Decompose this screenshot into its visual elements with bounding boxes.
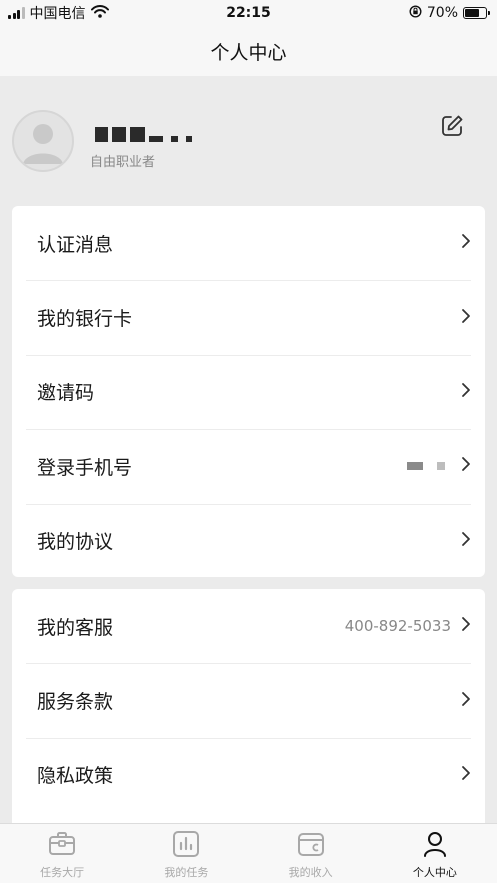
chevron-right-icon [461,531,471,551]
tab-my-tasks[interactable]: 我的任务 [124,824,248,883]
status-right: 70% [409,4,490,22]
menu-item-label: 认证消息 [37,233,114,256]
tab-personal-center[interactable]: 个人中心 [373,824,497,883]
profile-header: 自由职业者 [0,76,497,204]
wallet-icon [297,831,325,861]
status-left: 中国电信 [8,3,109,23]
menu-item-privacy-policy[interactable]: 隐私政策 [12,737,485,812]
chevron-right-icon [461,233,471,253]
chevron-right-icon [461,691,471,711]
tab-label: 个人中心 [412,866,457,879]
menu-item-bank-card[interactable]: 我的银行卡 [12,280,485,354]
menu-item-verification-messages[interactable]: 认证消息 [12,206,485,280]
briefcase-icon [48,831,76,861]
menu-item-label: 登录手机号 [37,456,133,479]
wifi-icon [90,4,109,22]
avatar[interactable] [12,110,74,172]
chevron-right-icon [461,382,471,402]
menu-item-terms-of-service[interactable]: 服务条款 [12,663,485,737]
tab-label: 我的收入 [288,866,333,879]
chevron-right-icon [461,616,471,636]
task-chart-icon [172,831,200,861]
tab-my-income[interactable]: 我的收入 [249,824,373,883]
chevron-right-icon [461,456,471,476]
tab-label: 任务大厅 [40,866,85,879]
person-icon [421,831,449,861]
battery-percent: 70% [426,5,458,21]
menu-item-label: 服务条款 [37,691,114,714]
page-title: 个人中心 [210,41,287,64]
nav-bar: 个人中心 [0,26,497,76]
signal-icon [8,7,25,19]
chevron-right-icon [461,765,471,785]
menu-item-login-phone[interactable]: 登录手机号 [12,429,485,503]
chevron-right-icon [461,308,471,328]
bottom-tab-bar: 任务大厅 我的任务 我的收入 个人中心 [0,823,497,883]
menu-item-customer-service[interactable]: 我的客服 400-892-5033 [12,589,485,663]
menu-item-label: 隐私政策 [37,765,114,788]
menu-item-label: 邀请码 [37,382,95,405]
menu-card-account: 认证消息 我的银行卡 邀请码 登录手机号 我的协议 [12,206,485,577]
menu-item-label: 我的客服 [37,616,114,639]
edit-icon [439,113,465,143]
carrier-label: 中国电信 [29,6,86,22]
menu-card-support: 我的客服 400-892-5033 服务条款 隐私政策 [12,589,485,829]
menu-item-label: 我的协议 [37,531,114,554]
tab-task-hall[interactable]: 任务大厅 [0,824,124,883]
masked-username [95,126,192,142]
edit-profile-button[interactable] [438,114,466,142]
battery-icon [463,7,490,19]
status-bar: 中国电信 22:15 70% [0,0,497,26]
user-role: 自由职业者 [90,155,156,170]
menu-item-label: 我的银行卡 [37,308,133,331]
orientation-lock-icon [409,4,422,22]
tab-label: 我的任务 [164,866,209,879]
masked-phone-number [407,462,445,471]
service-phone-number: 400-892-5033 [344,617,451,636]
menu-item-my-agreements[interactable]: 我的协议 [12,503,485,577]
menu-item-invite-code[interactable]: 邀请码 [12,354,485,429]
